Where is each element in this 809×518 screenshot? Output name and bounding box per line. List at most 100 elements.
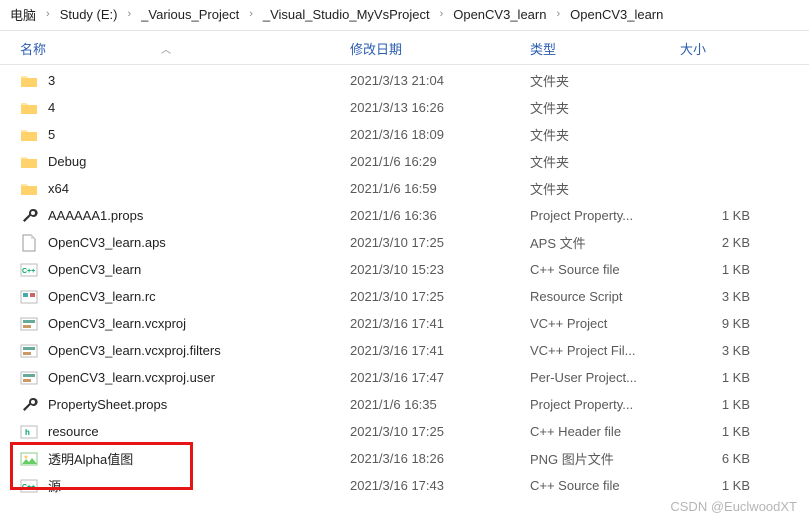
file-name: 3	[48, 73, 55, 88]
file-row[interactable]: OpenCV3_learn.aps2021/3/10 17:25APS 文件2 …	[0, 229, 809, 256]
file-name: OpenCV3_learn	[48, 262, 141, 277]
chevron-right-icon: ›	[121, 8, 137, 20]
file-row[interactable]: OpenCV3_learn.vcxproj.filters 2021/3/16 1…	[0, 337, 809, 364]
chevron-right-icon: ›	[550, 8, 566, 20]
cpp-icon: C++	[20, 261, 38, 279]
vcproj-icon	[20, 369, 38, 387]
svg-text:h: h	[25, 428, 30, 437]
folder-icon	[20, 126, 38, 144]
chevron-right-icon: ›	[40, 8, 56, 20]
breadcrumb-item[interactable]: OpenCV3_learn	[449, 5, 550, 24]
file-row[interactable]: x64 2021/1/6 16:59文件夹	[0, 175, 809, 202]
file-name: OpenCV3_learn.vcxproj	[48, 316, 186, 331]
column-label: 名称	[20, 39, 46, 58]
file-size: 9 KB	[680, 316, 770, 331]
file-type: Project Property...	[530, 208, 680, 223]
file-type: VC++ Project	[530, 316, 680, 331]
breadcrumb-item[interactable]: Study (E:)	[56, 5, 122, 24]
breadcrumb: 电脑 › Study (E:) › _Various_Project › _Vi…	[0, 0, 809, 28]
file-date: 2021/3/13 16:26	[350, 100, 530, 115]
file-type: VC++ Project Fil...	[530, 343, 680, 358]
breadcrumb-item[interactable]: _Visual_Studio_MyVsProject	[259, 5, 434, 24]
file-name: 透明Alpha值图	[48, 449, 133, 468]
file-row[interactable]: PropertySheet.props 2021/1/6 16:35Project…	[0, 391, 809, 418]
file-type: 文件夹	[530, 98, 680, 117]
file-name: OpenCV3_learn.aps	[48, 235, 166, 250]
file-type: 文件夹	[530, 125, 680, 144]
column-header-date[interactable]: 修改日期	[350, 39, 530, 58]
file-row[interactable]: AAAAAA1.props 2021/1/6 16:36Project Prope…	[0, 202, 809, 229]
file-date: 2021/1/6 16:36	[350, 208, 530, 223]
file-name: x64	[48, 181, 69, 196]
file-size: 1 KB	[680, 262, 770, 277]
png-icon	[20, 450, 38, 468]
file-type: C++ Header file	[530, 424, 680, 439]
file-size: 1 KB	[680, 478, 770, 493]
file-row[interactable]: 透明Alpha值图 2021/3/16 18:26PNG 图片文件6 KB	[0, 445, 809, 472]
folder-icon	[20, 180, 38, 198]
file-date: 2021/3/16 17:47	[350, 370, 530, 385]
file-size: 3 KB	[680, 289, 770, 304]
file-size: 6 KB	[680, 451, 770, 466]
rc-icon	[20, 288, 38, 306]
file-name: 5	[48, 127, 55, 142]
file-size: 3 KB	[680, 343, 770, 358]
divider	[0, 30, 809, 31]
file-type: 文件夹	[530, 152, 680, 171]
file-type: APS 文件	[530, 233, 680, 252]
breadcrumb-item[interactable]: _Various_Project	[137, 5, 243, 24]
breadcrumb-item[interactable]: OpenCV3_learn	[566, 5, 667, 24]
file-row[interactable]: OpenCV3_learn.vcxproj2021/3/16 17:41VC++…	[0, 310, 809, 337]
file-name: PropertySheet.props	[48, 397, 167, 412]
file-size: 1 KB	[680, 397, 770, 412]
file-type: 文件夹	[530, 71, 680, 90]
chevron-right-icon: ›	[243, 8, 259, 20]
file-date: 2021/3/16 18:26	[350, 451, 530, 466]
file-type: PNG 图片文件	[530, 449, 680, 468]
file-type: 文件夹	[530, 179, 680, 198]
file-date: 2021/1/6 16:59	[350, 181, 530, 196]
file-date: 2021/3/10 17:25	[350, 424, 530, 439]
vcproj-icon	[20, 342, 38, 360]
file-type: Per-User Project...	[530, 370, 680, 385]
vcproj-icon	[20, 315, 38, 333]
file-row[interactable]: C++源2021/3/16 17:43C++ Source file1 KB	[0, 472, 809, 499]
file-date: 2021/3/10 17:25	[350, 235, 530, 250]
file-row[interactable]: 5 2021/3/16 18:09文件夹	[0, 121, 809, 148]
file-row[interactable]: 4 2021/3/13 16:26文件夹	[0, 94, 809, 121]
file-name: AAAAAA1.props	[48, 208, 143, 223]
file-list: 32021/3/13 21:04文件夹42021/3/13 16:26文件夹52…	[0, 65, 809, 499]
svg-text:C++: C++	[22, 268, 35, 275]
cpp-icon: C++	[20, 477, 38, 495]
column-header-type[interactable]: 类型	[530, 39, 680, 58]
column-header-name[interactable]: 名称 ︿	[20, 39, 350, 58]
file-row[interactable]: OpenCV3_learn.rc2021/3/10 17:25Resource …	[0, 283, 809, 310]
file-type: Project Property...	[530, 397, 680, 412]
file-date: 2021/1/6 16:35	[350, 397, 530, 412]
watermark: CSDN @EuclwoodXT	[670, 499, 797, 514]
file-type: C++ Source file	[530, 262, 680, 277]
folder-icon	[20, 99, 38, 117]
file-name: 源	[48, 476, 61, 495]
breadcrumb-item[interactable]: 电脑	[6, 3, 40, 26]
file-date: 2021/3/16 18:09	[350, 127, 530, 142]
sort-arrow-icon: ︿	[161, 41, 171, 56]
file-name: resource	[48, 424, 99, 439]
file-size: 1 KB	[680, 208, 770, 223]
file-date: 2021/3/16 17:41	[350, 343, 530, 358]
file-row[interactable]: C++OpenCV3_learn2021/3/10 15:23C++ Sourc…	[0, 256, 809, 283]
file-row[interactable]: OpenCV3_learn.vcxproj.user 2021/3/16 17:4…	[0, 364, 809, 391]
file-size: 1 KB	[680, 424, 770, 439]
file-date: 2021/3/13 21:04	[350, 73, 530, 88]
file-row[interactable]: Debug2021/1/6 16:29文件夹	[0, 148, 809, 175]
file-date: 2021/3/16 17:43	[350, 478, 530, 493]
file-name: 4	[48, 100, 55, 115]
file-row[interactable]: 3 2021/3/13 21:04文件夹	[0, 67, 809, 94]
column-header-size[interactable]: 大小	[680, 39, 770, 58]
file-name: OpenCV3_learn.vcxproj.filters	[48, 343, 221, 358]
file-name: OpenCV3_learn.vcxproj.user	[48, 370, 215, 385]
column-headers: 名称 ︿ 修改日期 类型 大小	[0, 37, 809, 65]
file-size: 1 KB	[680, 370, 770, 385]
file-row[interactable]: h resource 2021/3/10 17:25C++ Header file1…	[0, 418, 809, 445]
wrench-icon	[20, 396, 38, 414]
